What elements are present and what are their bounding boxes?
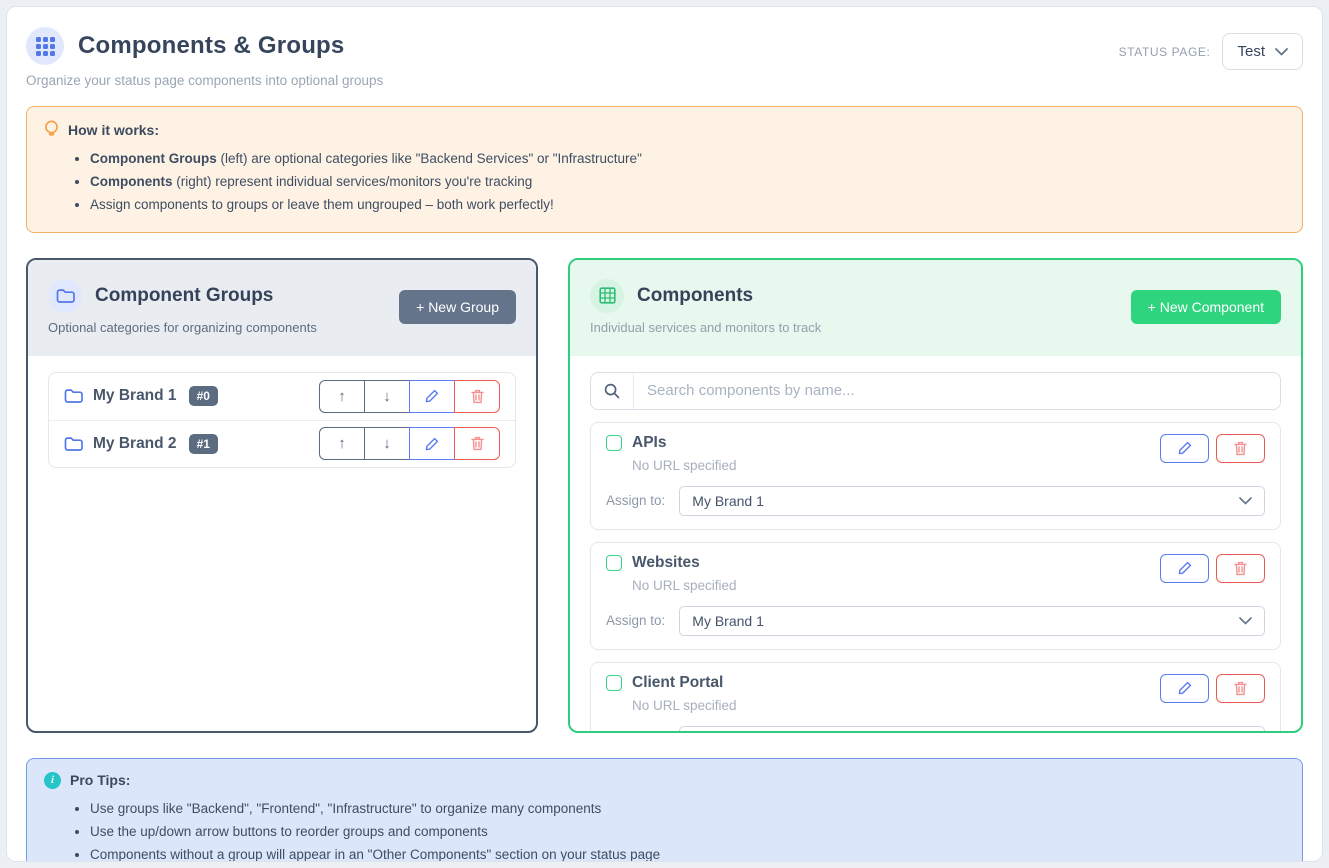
edit-group-button[interactable]: [409, 380, 455, 413]
component-checkbox[interactable]: [606, 435, 622, 451]
trash-icon: [1234, 561, 1247, 576]
pencil-icon: [425, 389, 439, 403]
trash-icon: [1234, 681, 1247, 696]
components-groups-page: Components & Groups Organize your status…: [6, 6, 1323, 862]
how-it-works-bullet: Component Groups (left) are optional cat…: [90, 148, 1285, 171]
table-grid-icon: [590, 279, 624, 313]
pro-tips-bullet: Use the up/down arrow buttons to reorder…: [90, 821, 1285, 844]
delete-group-button[interactable]: [454, 380, 500, 413]
assign-group-value: My Brand 1: [692, 493, 764, 509]
component-name: Client Portal: [632, 674, 723, 692]
search-icon: [591, 373, 634, 409]
delete-component-button[interactable]: [1216, 554, 1265, 583]
delete-component-button[interactable]: [1216, 434, 1265, 463]
group-order-badge: #0: [189, 386, 218, 406]
app-grid-icon: [26, 27, 64, 65]
move-up-button[interactable]: ↑: [319, 427, 365, 460]
lightbulb-icon: [44, 120, 59, 139]
component-name: APIs: [632, 434, 666, 452]
page-header: Components & Groups Organize your status…: [26, 27, 1303, 88]
how-it-works-bullet: Assign components to groups or leave the…: [90, 194, 1285, 217]
edit-component-button[interactable]: [1160, 554, 1209, 583]
group-row: My Brand 1 #0 ↑ ↓: [49, 373, 515, 420]
trash-icon: [1234, 441, 1247, 456]
component-checkbox[interactable]: [606, 675, 622, 691]
pro-tips-bullet: Components without a group will appear i…: [90, 844, 1285, 862]
component-url-status: No URL specified: [632, 458, 737, 473]
trash-icon: [471, 436, 484, 451]
info-icon: i: [44, 772, 61, 789]
assign-to-label: Assign to:: [606, 493, 665, 508]
pencil-icon: [1178, 561, 1192, 575]
components-panel: Components Individual services and monit…: [568, 258, 1303, 733]
up-arrow-icon: ↑: [338, 388, 346, 405]
delete-component-button[interactable]: [1216, 674, 1265, 703]
group-name: My Brand 1: [93, 387, 177, 405]
components-panel-subtitle: Individual services and monitors to trac…: [590, 320, 821, 335]
pencil-icon: [425, 437, 439, 451]
up-arrow-icon: ↑: [338, 435, 346, 452]
new-group-button[interactable]: + New Group: [399, 290, 516, 324]
component-groups-panel: Component Groups Optional categories for…: [26, 258, 538, 733]
components-panel-title: Components: [637, 285, 753, 307]
group-list: My Brand 1 #0 ↑ ↓ My Bra: [48, 372, 516, 468]
component-url-status: No URL specified: [632, 698, 737, 713]
group-name: My Brand 2: [93, 435, 177, 453]
edit-component-button[interactable]: [1160, 674, 1209, 703]
group-row: My Brand 2 #1 ↑ ↓: [49, 420, 515, 467]
component-search: [590, 372, 1281, 410]
how-it-works-note: How it works: Component Groups (left) ar…: [26, 106, 1303, 233]
group-actions: ↑ ↓: [319, 380, 500, 413]
folder-icon: [64, 436, 83, 452]
assign-to-label: Assign to:: [606, 613, 665, 628]
assign-group-select[interactable]: My Brand 1: [679, 606, 1265, 636]
status-page-label: STATUS PAGE:: [1119, 45, 1211, 59]
chevron-down-icon: [1275, 48, 1288, 56]
edit-group-button[interactable]: [409, 427, 455, 460]
how-it-works-title: How it works:: [68, 122, 159, 138]
component-card: Websites No URL specified Assign to: My …: [590, 542, 1281, 650]
component-url-status: No URL specified: [632, 578, 737, 593]
group-order-badge: #1: [189, 434, 218, 454]
groups-panel-subtitle: Optional categories for organizing compo…: [48, 320, 317, 335]
assign-group-value: My Brand 1: [692, 613, 764, 629]
folder-icon: [64, 388, 83, 404]
chevron-down-icon: [1239, 497, 1252, 505]
assign-group-select[interactable]: My Brand 1: [679, 486, 1265, 516]
edit-component-button[interactable]: [1160, 434, 1209, 463]
status-page-value: Test: [1237, 43, 1265, 60]
delete-group-button[interactable]: [454, 427, 500, 460]
pencil-icon: [1178, 681, 1192, 695]
down-arrow-icon: ↓: [383, 388, 391, 405]
new-component-button[interactable]: + New Component: [1131, 290, 1281, 324]
pencil-icon: [1178, 441, 1192, 455]
how-it-works-bullet: Components (right) represent individual …: [90, 171, 1285, 194]
component-name: Websites: [632, 554, 700, 572]
group-actions: ↑ ↓: [319, 427, 500, 460]
move-up-button[interactable]: ↑: [319, 380, 365, 413]
page-title: Components & Groups: [78, 32, 344, 60]
status-page-select[interactable]: Test: [1222, 33, 1303, 70]
move-down-button[interactable]: ↓: [364, 380, 410, 413]
pro-tips-title: Pro Tips:: [70, 772, 130, 788]
component-checkbox[interactable]: [606, 555, 622, 571]
chevron-down-icon: [1239, 617, 1252, 625]
assign-group-select[interactable]: My Brand 2: [679, 726, 1265, 733]
pro-tips-note: i Pro Tips: Use groups like "Backend", "…: [26, 758, 1303, 862]
component-card: Client Portal No URL specified Assign to…: [590, 662, 1281, 733]
search-input[interactable]: [634, 373, 1280, 409]
folder-icon: [48, 279, 82, 313]
trash-icon: [471, 389, 484, 404]
down-arrow-icon: ↓: [383, 435, 391, 452]
pro-tips-bullet: Use groups like "Backend", "Frontend", "…: [90, 798, 1285, 821]
move-down-button[interactable]: ↓: [364, 427, 410, 460]
page-subtitle: Organize your status page components int…: [26, 73, 383, 88]
component-card: APIs No URL specified Assign to: My Bran…: [590, 422, 1281, 530]
groups-panel-title: Component Groups: [95, 285, 273, 307]
